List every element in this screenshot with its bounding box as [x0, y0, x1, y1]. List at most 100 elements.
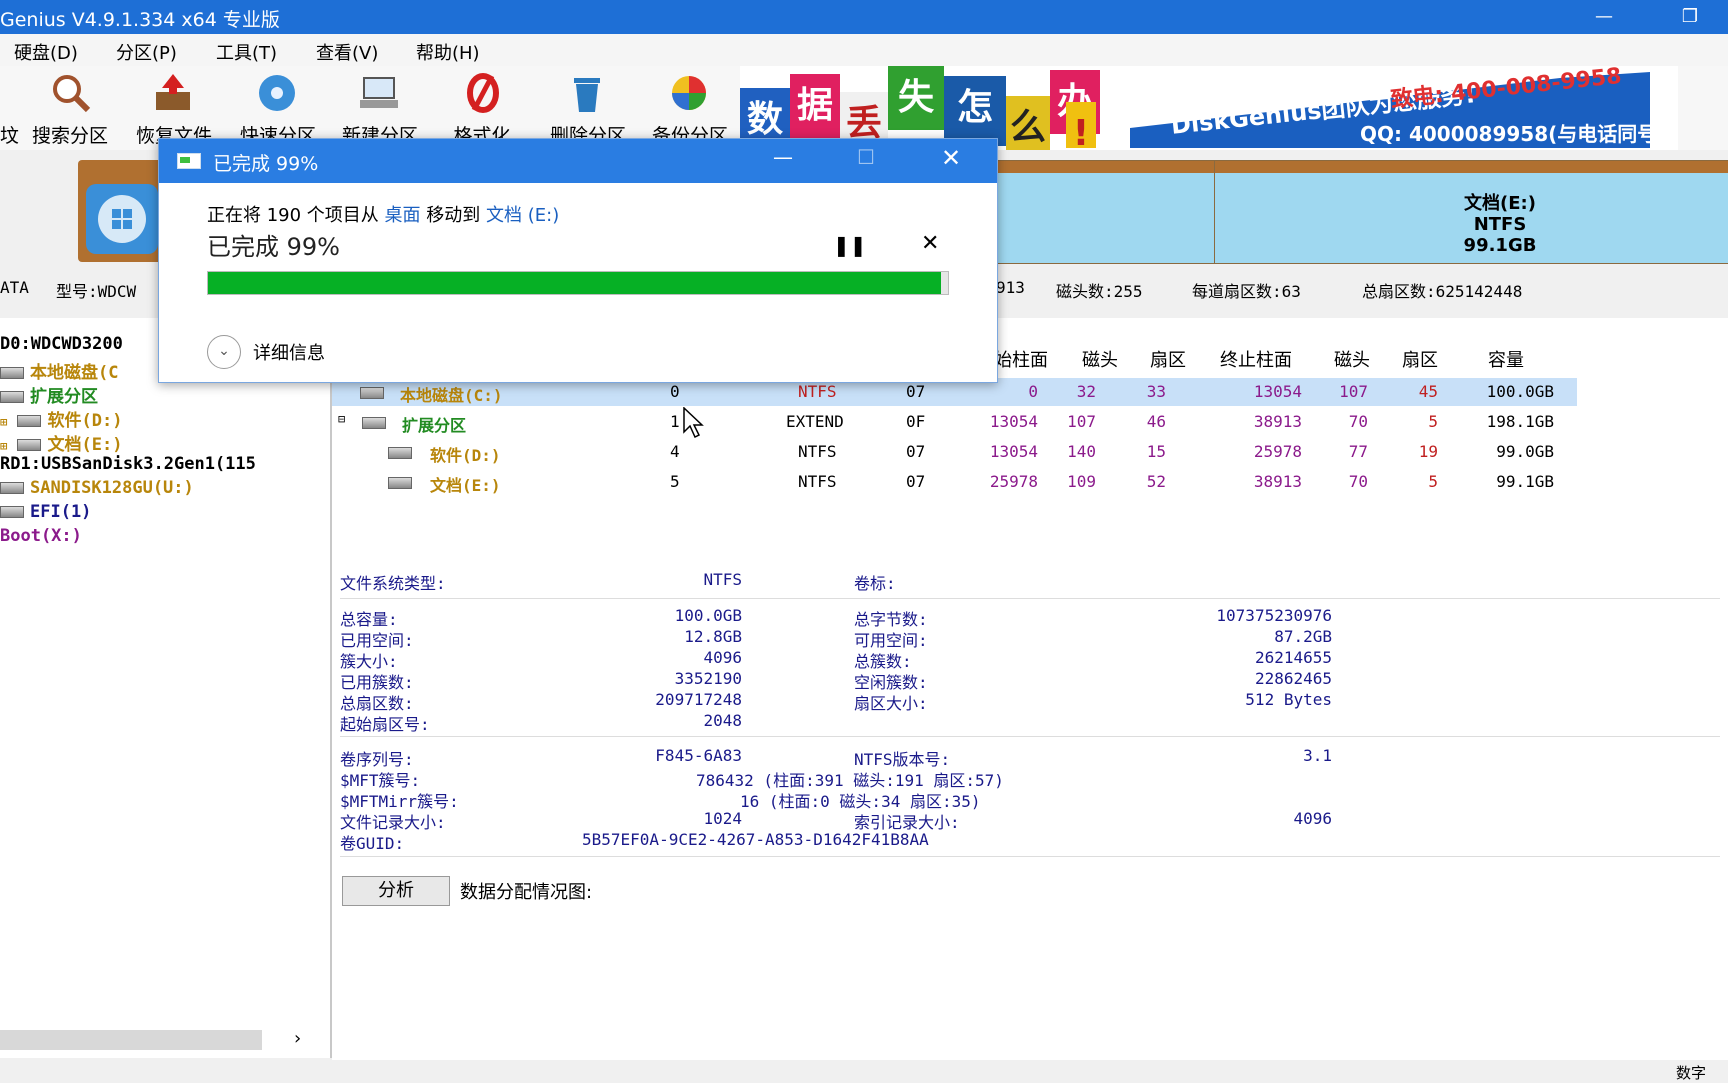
file-move-icon — [177, 153, 201, 169]
prop-label: 文件系统类型: — [340, 574, 446, 593]
table-row[interactable]: 文档(E:) 5 NTFS 07 25978 109 52 38913 70 5… — [332, 468, 1577, 496]
divider — [340, 736, 1720, 737]
table-row[interactable]: 软件(D:) 4 NTFS 07 13054 140 15 25978 77 1… — [332, 438, 1577, 466]
tree-item-sandisk[interactable]: SANDISK128GU(U:) — [0, 478, 194, 498]
dialog-close-button[interactable]: ✕ — [941, 144, 961, 172]
row-end-head: 70 — [1348, 472, 1368, 491]
prop-value: 4096 — [1293, 809, 1332, 828]
allocation-map-label: 数据分配情况图: — [460, 882, 593, 903]
row-end-sector: 19 — [1418, 442, 1438, 461]
disk-heads: 磁头数:255 — [1056, 282, 1143, 301]
tree-item-d[interactable]: ⊞ 软件(D:) — [0, 406, 122, 431]
expand-icon[interactable]: ⊞ — [0, 439, 7, 453]
collapse-icon[interactable]: ⊟ — [338, 412, 345, 426]
divider — [340, 598, 1720, 599]
row-start-sector: 46 — [1146, 412, 1166, 431]
row-end-cyl: 38913 — [1253, 412, 1302, 431]
prop-value: F845-6A83 — [655, 746, 742, 765]
extended-icon — [362, 412, 392, 431]
tree-item-hd0[interactable]: D0:WDCWD3200 — [0, 334, 123, 354]
row-fs: NTFS — [798, 472, 837, 491]
progress-bar — [207, 271, 949, 295]
prop-value: 3352190 — [674, 669, 742, 688]
menu-tools[interactable]: 工具(T) — [216, 39, 277, 65]
destination-link[interactable]: 文档 (E:) — [486, 205, 559, 226]
scroll-right-icon[interactable]: › — [294, 1028, 301, 1049]
search-partition-button[interactable]: 搜索分区 — [22, 66, 118, 150]
progress-status-text: 已完成 99% — [207, 233, 340, 261]
row-start-head: 140 — [1067, 442, 1096, 461]
partition-e-fs: NTFS — [1473, 214, 1527, 235]
menu-disk[interactable]: 硬盘(D) — [14, 39, 78, 65]
minimize-button[interactable]: — — [1574, 0, 1634, 34]
pause-button[interactable]: ❚❚ — [833, 233, 867, 257]
progress-bar-fill — [208, 272, 941, 294]
divider — [340, 856, 1720, 857]
prop-value: 1024 — [703, 809, 742, 828]
toolbar-partial-label[interactable]: 坟 — [0, 121, 19, 148]
analyze-button[interactable]: 分析 — [342, 876, 450, 906]
menu-help[interactable]: 帮助(H) — [416, 39, 480, 65]
disk-interface: ATA — [0, 278, 29, 297]
expand-icon[interactable]: ⊞ — [0, 415, 7, 429]
prop-value: 209717248 — [655, 690, 742, 709]
restore-button[interactable]: ❐ — [1660, 0, 1720, 34]
tree-item-e[interactable]: ⊞ 文档(E:) — [0, 430, 122, 455]
hdd-icon — [388, 472, 418, 491]
partition-e-name: 文档(E:) — [1464, 193, 1536, 214]
tree-hscrollbar[interactable] — [0, 1030, 262, 1050]
tree-item-c[interactable]: 本地磁盘(C — [0, 358, 118, 383]
disk-sectors-per-track: 每道扇区数:63 — [1192, 282, 1301, 301]
row-name: 扩展分区 — [402, 416, 467, 435]
row-size: 198.1GB — [1486, 412, 1554, 431]
banner-tile: 失 — [888, 66, 944, 130]
table-row[interactable]: ⊟ 扩展分区 1 EXTEND 0F 13054 107 46 38913 70… — [332, 408, 1577, 436]
hdd-icon — [388, 442, 418, 461]
disk-cylinders: 913 — [996, 278, 1025, 297]
prop-value: 2048 — [703, 711, 742, 730]
prop-value: 26214655 — [1254, 648, 1332, 667]
source-link[interactable]: 桌面 — [385, 205, 421, 226]
prop-value: 100.0GB — [674, 606, 742, 625]
row-name: 本地磁盘(C:) — [400, 386, 503, 405]
partition-e-size: 99.1GB — [1463, 235, 1537, 256]
system-partition-block[interactable] — [78, 160, 164, 262]
tree-item-efi[interactable]: EFI(1) — [0, 502, 91, 522]
prop-value: 3.1 — [1303, 746, 1332, 765]
tree-item-extended[interactable]: 扩展分区 — [0, 382, 98, 407]
dialog-minimize-button[interactable]: — — [773, 145, 793, 169]
prop-value: 5B57EF0A-9CE2-4267-A853-D1642F41B8AA — [582, 830, 929, 849]
details-label[interactable]: 详细信息 — [253, 339, 325, 365]
prop-value: 12.8GB — [684, 627, 742, 646]
magnifier-icon — [53, 75, 91, 113]
new-disk-icon — [360, 77, 398, 108]
hdd-icon — [0, 482, 24, 494]
dialog-title-bar[interactable]: 已完成 99% — ☐ ✕ — [159, 139, 997, 183]
row-id: 07 — [906, 442, 926, 461]
partition-panel: 始柱面 磁头 扇区 终止柱面 磁头 扇区 容量 本地磁盘(C:) 0 NTFS … — [332, 318, 1728, 1068]
hdd-icon — [0, 506, 24, 518]
menu-partition[interactable]: 分区(P) — [116, 39, 177, 65]
banner-tile: 么 — [1006, 96, 1050, 150]
expand-details-icon[interactable]: ⌄ — [207, 335, 241, 369]
row-no: 4 — [670, 442, 680, 461]
col-start-cylinder: 始柱面 — [994, 350, 1048, 371]
row-no: 1 — [670, 412, 680, 431]
row-start-cyl: 13054 — [989, 412, 1038, 431]
recover-box-icon — [156, 74, 190, 110]
prop-value: 4096 — [703, 648, 742, 667]
row-fs: NTFS — [798, 382, 837, 401]
col-start-sector: 扇区 — [1150, 350, 1186, 371]
prop-value: 22862465 — [1254, 669, 1332, 688]
status-bar: 数字 — [0, 1060, 1728, 1082]
row-size: 100.0GB — [1486, 382, 1554, 401]
tree-item-rd1[interactable]: RD1:USBSanDisk3.2Gen1(115 — [0, 454, 256, 474]
cancel-button[interactable]: ✕ — [921, 231, 939, 256]
tree-item-boot[interactable]: Boot(X:) — [0, 526, 82, 546]
partition-d-block[interactable] — [996, 160, 1216, 264]
partition-e-block[interactable]: 文档(E:) NTFS 99.1GB — [1214, 160, 1728, 264]
row-end-cyl: 38913 — [1253, 472, 1302, 491]
hdd-icon — [360, 382, 390, 401]
menu-view[interactable]: 查看(V) — [316, 39, 378, 65]
dialog-title: 已完成 99% — [213, 153, 319, 175]
